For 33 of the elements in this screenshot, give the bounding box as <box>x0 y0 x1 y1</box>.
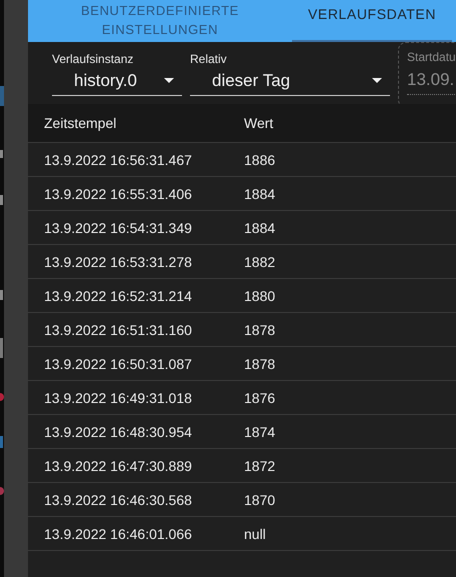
table-cell: 13.9.2022 16:46:30.568 <box>28 482 228 516</box>
table-cell: null <box>228 516 456 550</box>
field-label: Verlaufsinstanz <box>52 52 134 66</box>
table-cell: 1882 <box>228 244 456 278</box>
dropdown-arrow-icon <box>372 78 382 83</box>
dropdown-arrow-icon <box>164 78 174 83</box>
field-label: Relativ <box>190 52 228 66</box>
table-cell: 1884 <box>228 210 456 244</box>
table-cell: 1884 <box>228 176 456 210</box>
table-cell: 13.9.2022 16:55:31.406 <box>28 176 228 210</box>
table-cell: 1878 <box>228 346 456 380</box>
table-cell: 1876 <box>228 380 456 414</box>
select-field[interactable]: history.0 <box>52 66 182 96</box>
column-header: Zeitstempel <box>28 104 228 142</box>
table-cell: 13.9.2022 16:53:31.278 <box>28 244 228 278</box>
table-cell: 1880 <box>228 278 456 312</box>
table-cell: 13.9.2022 16:51:31.160 <box>28 312 228 346</box>
table-cell: 1870 <box>228 482 456 516</box>
table-cell: 1886 <box>228 142 456 176</box>
table-cell: 13.9.2022 16:49:31.018 <box>28 380 228 414</box>
table-cell: 13.9.2022 16:48:30.954 <box>28 414 228 448</box>
table-cell: 13.9.2022 16:54:31.349 <box>28 210 228 244</box>
table-cell: 1878 <box>228 312 456 346</box>
table-cell: 13.9.2022 16:47:30.889 <box>28 448 228 482</box>
table-cell: 13.9.2022 16:56:31.467 <box>28 142 228 176</box>
table-cell: 1874 <box>228 414 456 448</box>
tab[interactable]: BENUTZERDEFINIERTE EINSTELLUNGEN <box>28 0 292 42</box>
select-field[interactable]: dieser Tag <box>190 66 390 96</box>
table-cell: 13.9.2022 16:50:31.087 <box>28 346 228 380</box>
table-cell: 1872 <box>228 448 456 482</box>
table-cell: 13.9.2022 16:46:01.066 <box>28 516 228 550</box>
table-cell: 13.9.2022 16:52:31.214 <box>28 278 228 312</box>
column-header: Wert <box>228 104 456 142</box>
